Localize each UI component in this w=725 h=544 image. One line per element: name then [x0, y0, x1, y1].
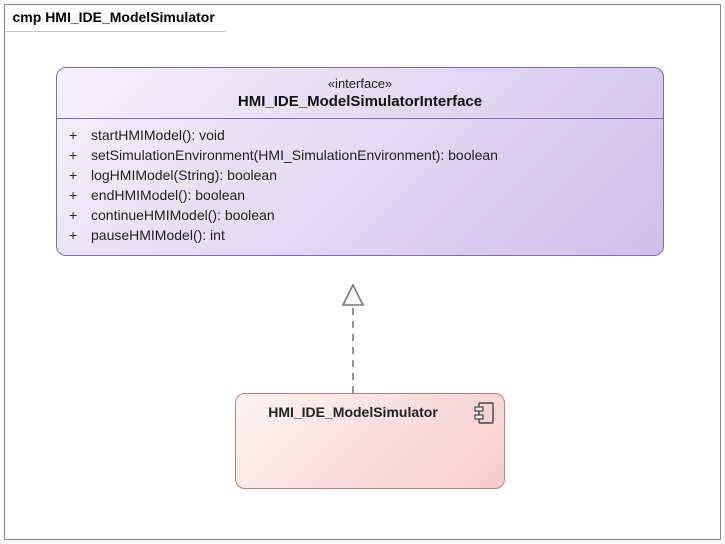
operation-signature: endHMIModel(): boolean [91, 187, 651, 203]
operation-row: + continueHMIModel(): boolean [57, 205, 663, 225]
operation-visibility: + [69, 167, 91, 183]
interface-header: «interface» HMI_IDE_ModelSimulatorInterf… [57, 68, 663, 119]
operation-visibility: + [69, 207, 91, 223]
diagram-frame: cmp HMI_IDE_ModelSimulator «interface» H… [4, 4, 721, 540]
operation-visibility: + [69, 227, 91, 243]
operation-row: + pauseHMIModel(): int [57, 225, 663, 245]
interface-classifier: «interface» HMI_IDE_ModelSimulatorInterf… [56, 67, 664, 256]
component-name: HMI_IDE_ModelSimulator [236, 404, 470, 420]
operation-visibility: + [69, 147, 91, 163]
interface-stereotype: «interface» [57, 76, 663, 91]
operation-visibility: + [69, 187, 91, 203]
component-classifier: HMI_IDE_ModelSimulator [235, 393, 505, 489]
component-icon [474, 402, 494, 424]
interface-name: HMI_IDE_ModelSimulatorInterface [57, 93, 663, 110]
operation-visibility: + [69, 127, 91, 143]
operation-signature: pauseHMIModel(): int [91, 227, 651, 243]
operation-row: + endHMIModel(): boolean [57, 185, 663, 205]
operation-signature: continueHMIModel(): boolean [91, 207, 651, 223]
frame-label-prefix: cmp [13, 9, 46, 25]
operation-signature: setSimulationEnvironment(HMI_SimulationE… [91, 147, 651, 163]
operation-row: + setSimulationEnvironment(HMI_Simulatio… [57, 145, 663, 165]
operation-signature: logHMIModel(String): boolean [91, 167, 651, 183]
operation-signature: startHMIModel(): void [91, 127, 651, 143]
frame-label: cmp HMI_IDE_ModelSimulator [4, 4, 240, 32]
operation-row: + startHMIModel(): void [57, 125, 663, 145]
operation-row: + logHMIModel(String): boolean [57, 165, 663, 185]
operations-compartment: + startHMIModel(): void + setSimulationE… [57, 119, 663, 255]
frame-label-name: HMI_IDE_ModelSimulator [45, 9, 215, 25]
